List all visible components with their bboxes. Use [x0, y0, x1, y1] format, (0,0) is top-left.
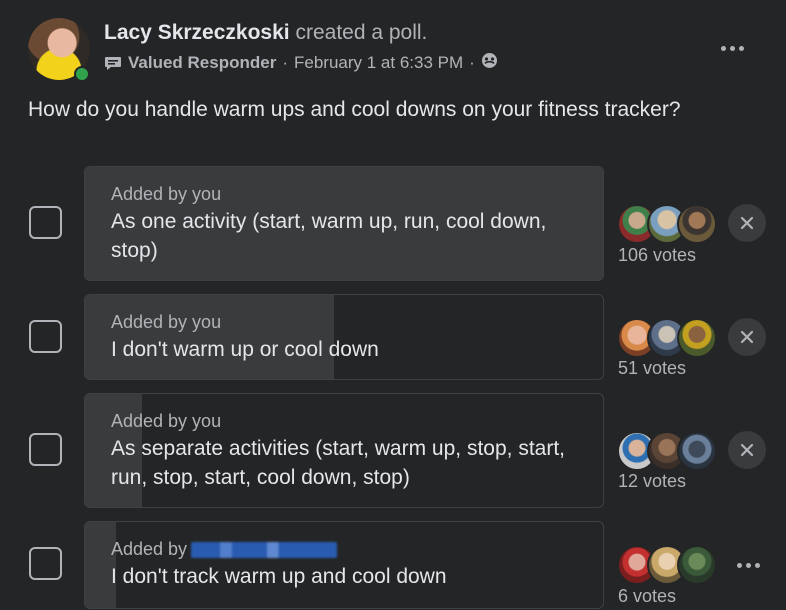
author-name[interactable]: Lacy Skrzeczkoski: [104, 21, 290, 44]
voter-avatars[interactable]: [617, 204, 717, 244]
poll-option: Added by I don't track warm up and cool …: [0, 521, 786, 610]
meta-separator: ·: [469, 53, 475, 72]
poll-option-bar[interactable]: Added by you As one activity (start, war…: [84, 166, 604, 281]
poll-option-added-by: Added by: [111, 539, 587, 560]
poll-option-added-by: Added by you: [111, 312, 222, 332]
remove-option-button[interactable]: [728, 431, 766, 469]
option-more-button[interactable]: [734, 557, 762, 573]
poll-option-bar[interactable]: Added by I don't track warm up and cool …: [84, 521, 604, 609]
poll-option-label: I don't warm up or cool down: [111, 338, 379, 361]
voter-avatar: [677, 545, 717, 585]
added-by-prefix: Added by: [111, 539, 188, 559]
poll-option-added-by: Added by you: [111, 411, 222, 431]
voter-avatar: [677, 431, 717, 471]
poll-option: Added by you As separate activities (sta…: [0, 393, 786, 509]
poll-option-checkbox[interactable]: [29, 433, 62, 466]
poll-option-label: I don't track warm up and cool down: [111, 565, 447, 588]
poll-option-checkbox[interactable]: [29, 320, 62, 353]
online-status-indicator: [74, 66, 90, 82]
post-timestamp[interactable]: February 1 at 6:33 PM: [294, 53, 463, 73]
voter-avatars[interactable]: [617, 545, 717, 585]
close-icon: [740, 330, 754, 344]
badge-icon: [104, 56, 122, 71]
close-icon: [740, 216, 754, 230]
remove-option-button[interactable]: [728, 318, 766, 356]
close-icon: [740, 443, 754, 457]
voter-avatars[interactable]: [617, 431, 717, 471]
meta-separator: ·: [282, 53, 288, 72]
poll-question: How do you handle warm ups and cool down…: [28, 98, 681, 121]
poll-option-label: As separate activities (start, warm up, …: [111, 437, 565, 489]
post-action-text: created a poll.: [295, 21, 428, 44]
poll-option-bar[interactable]: Added by you As separate activities (sta…: [84, 393, 604, 508]
poll-option-votes[interactable]: 51 votes: [618, 358, 686, 379]
poll-option-checkbox[interactable]: [29, 206, 62, 239]
remove-option-button[interactable]: [728, 204, 766, 242]
poll-option: Added by you I don't warm up or cool dow…: [0, 294, 786, 380]
poll-option-added-by: Added by you: [111, 184, 222, 204]
badge-label[interactable]: Valued Responder: [128, 53, 276, 73]
author-line: Lacy Skrzeczkoski created a poll.: [104, 21, 427, 45]
post-header: Lacy Skrzeczkoski created a poll. Valued…: [28, 18, 768, 84]
group-icon: [481, 52, 498, 74]
poll-option-votes[interactable]: 6 votes: [618, 586, 676, 607]
voter-avatar: [677, 204, 717, 244]
poll-option-bar[interactable]: Added by you I don't warm up or cool dow…: [84, 294, 604, 380]
poll-option: Added by you As one activity (start, war…: [0, 166, 786, 282]
poll-option-label: As one activity (start, warm up, run, co…: [111, 210, 547, 262]
poll-option-checkbox[interactable]: [29, 547, 62, 580]
voter-avatar: [677, 318, 717, 358]
poll-option-votes[interactable]: 106 votes: [618, 245, 696, 266]
blurred-user-name: [191, 542, 338, 559]
post-options-button[interactable]: [718, 40, 746, 56]
voter-avatars[interactable]: [617, 318, 717, 358]
post-meta: Valued Responder · February 1 at 6:33 PM…: [104, 52, 498, 74]
poll-option-votes[interactable]: 12 votes: [618, 471, 686, 492]
